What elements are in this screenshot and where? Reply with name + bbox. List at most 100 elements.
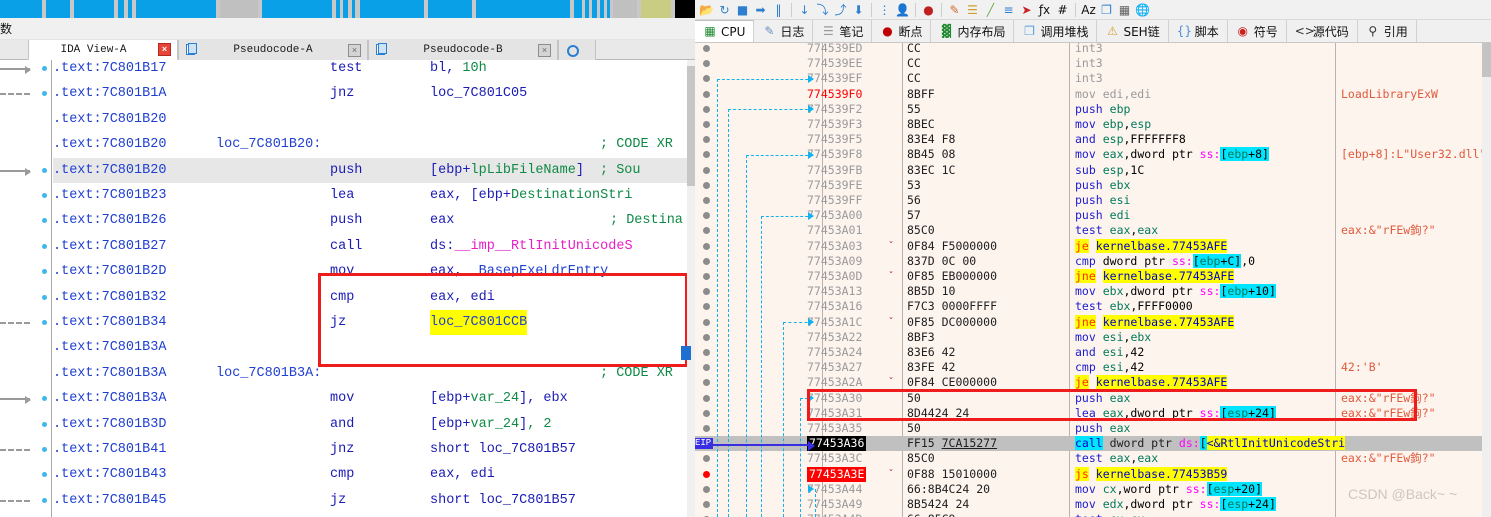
row-address[interactable]: 774539ED bbox=[807, 43, 862, 56]
row-address[interactable]: 774539F8 bbox=[807, 147, 862, 162]
debugger-cpu-disassembly[interactable]: 774539ED CC int3 774539EE CC int3 774539EF CC in… bbox=[695, 43, 1491, 517]
disassembly-row[interactable]: 774539EE CC int3 bbox=[695, 56, 1491, 71]
row-address[interactable]: 77453A16 bbox=[807, 299, 862, 314]
row-address[interactable]: 77453A31 bbox=[807, 406, 862, 421]
row-address[interactable]: 77453A03 bbox=[807, 239, 862, 254]
fx-icon[interactable]: ƒx bbox=[1036, 1, 1053, 18]
disassembly-row[interactable]: 774539FB 83EC 1C sub esp,1C bbox=[695, 163, 1491, 178]
row-address[interactable]: 774539FB bbox=[807, 163, 862, 178]
row-address[interactable]: 77453A1C bbox=[807, 315, 862, 330]
ida-code-line[interactable]: .text:7C801B27 call ds:__imp__RtlInitUnico… bbox=[53, 234, 687, 259]
ida-code-line[interactable]: .text:7C801B20 bbox=[53, 107, 687, 132]
row-address[interactable]: 77453A00 bbox=[807, 208, 862, 223]
disassembly-row[interactable]: 774539F0 8BFF mov edi,edi LoadLibraryExW bbox=[695, 87, 1491, 102]
close-icon[interactable]: × bbox=[538, 43, 551, 57]
run-to-icon[interactable]: ↓ bbox=[796, 1, 813, 18]
row-address[interactable]: 77453A22 bbox=[807, 330, 862, 345]
debugger-toolbar[interactable]: 📂 ↻ ■ ➡ ‖ ↓ ⤵ ⤴ ⬇ ⋮ 👤 ● ✎ ☰ ╱ ≡ ➤ ƒx # Aᴢ ❐ ▦ 🌐 bbox=[695, 0, 1491, 20]
disassembly-row[interactable]: 77453A01 85C0 test eax,eax eax:&"rFEw鉤?" bbox=[695, 223, 1491, 238]
disassembly-row[interactable]: 77453A0D ˇ 0F85 EB000000 jne kernelbase.774… bbox=[695, 269, 1491, 284]
ida-code-line[interactable]: .text:7C801B34 jz loc_7C801CCB bbox=[53, 310, 687, 336]
disassembly-row[interactable]: 77453A31 8D4424 24 lea eax,dword ptr ss:[e… bbox=[695, 405, 1491, 421]
row-address[interactable]: 774539F2 bbox=[807, 102, 862, 117]
ida-code-line[interactable]: .text:7C801B2D mov eax, _BasepExeLdrEntry bbox=[53, 259, 687, 284]
ida-code-label[interactable]: loc_7C801B20: bbox=[216, 132, 321, 157]
disassembly-row[interactable]: 77453A22 8BF3 mov esi,ebx bbox=[695, 330, 1491, 345]
ida-tab-pseudocode-b[interactable]: Pseudocode-B × bbox=[368, 40, 558, 60]
disassembly-row[interactable]: 77453A00 57 push edi bbox=[695, 208, 1491, 223]
ida-tab-ida-view-a[interactable]: IDA View-A × bbox=[28, 40, 178, 60]
disassembly-row[interactable]: 77453A16 F7C3 0000FFFF test ebx,FFFF0000 bbox=[695, 299, 1491, 314]
ida-scrollbar[interactable] bbox=[687, 60, 695, 517]
row-address[interactable]: 77453A3E bbox=[807, 466, 867, 482]
disassembly-row[interactable]: 774539FE 53 push ebx bbox=[695, 178, 1491, 193]
pencil-icon[interactable]: ✎ bbox=[946, 1, 963, 18]
row-address[interactable]: 774539EF bbox=[807, 71, 862, 86]
ida-code-line[interactable]: .text:7C801B3A loc_7C801B3A: ; CODE XR bbox=[53, 361, 687, 386]
restart-icon[interactable]: ↻ bbox=[716, 1, 733, 18]
row-address[interactable]: 77453A13 bbox=[807, 284, 862, 299]
ida-code-line[interactable]: .text:7C801B26 push eax ; Destina bbox=[53, 208, 687, 233]
ida-code-line[interactable]: .text:7C801B1A jnz loc_7C801C05 bbox=[53, 81, 687, 106]
pause-icon[interactable]: ‖ bbox=[770, 1, 787, 18]
az-icon[interactable]: Aᴢ bbox=[1080, 1, 1097, 18]
ida-code-label[interactable]: loc_7C801B3A: bbox=[216, 361, 321, 386]
disassembly-row[interactable]: 77453A24 83E6 42 and esi,42 bbox=[695, 345, 1491, 360]
memory-icon[interactable]: ☰ bbox=[964, 1, 981, 18]
disassembly-row[interactable]: 774539F5 83E4 F8 and esp,FFFFFFF8 bbox=[695, 132, 1491, 147]
row-address[interactable]: 774539FF bbox=[807, 193, 862, 208]
disassembly-row[interactable]: 77453A3C 85C0 test eax,eax eax:&"rFEw鉤?" bbox=[695, 451, 1491, 466]
ida-code-line[interactable]: .text:7C801B32 cmp eax, edi bbox=[53, 285, 687, 310]
ida-code-line[interactable]: .text:7C801B23 lea eax, [ebp+DestinationSt… bbox=[53, 183, 687, 208]
ida-disassembly-view[interactable]: .text:7C801B17 test bl, 10h .text:7C801B1A j… bbox=[0, 60, 695, 517]
tab-call-stack[interactable]: ❐ 调用堆栈 bbox=[1014, 20, 1098, 42]
ida-code-line[interactable]: .text:7C801B47addeax, 24h ; '$' bbox=[53, 513, 687, 517]
tab-breakpoint[interactable]: ● 断点 bbox=[872, 20, 932, 42]
open-icon[interactable]: 📂 bbox=[698, 1, 715, 18]
row-address[interactable]: 77453A35 bbox=[807, 421, 862, 436]
calc-icon[interactable]: ▦ bbox=[1116, 1, 1133, 18]
ida-code-line[interactable]: .text:7C801B20 push [ebp+lpLibFileName] ; S… bbox=[53, 157, 687, 183]
disassembly-row[interactable]: 77453A27 83FE 42 cmp esi,42 42:'B' bbox=[695, 360, 1491, 375]
row-address[interactable]: 77453A0D bbox=[807, 269, 862, 284]
row-address[interactable]: 77453A36 bbox=[807, 436, 867, 452]
row-address[interactable]: 774539EE bbox=[807, 56, 862, 71]
globe-icon[interactable]: 🌐 bbox=[1134, 1, 1151, 18]
tab-references[interactable]: ⚲ 引用 bbox=[1357, 20, 1417, 42]
ida-tab-bar[interactable]: IDA View-A × Pseudocode-A × Pseudocode-B × bbox=[0, 40, 695, 60]
row-address[interactable]: 774539F0 bbox=[807, 87, 862, 102]
ida-code-lines[interactable]: .text:7C801B17 test bl, 10h .text:7C801B1A j… bbox=[53, 60, 687, 517]
debugger-scrollbar-thumb[interactable] bbox=[1482, 43, 1491, 77]
step-down-icon[interactable]: ⬇ bbox=[850, 1, 867, 18]
ida-tab-pseudocode-a[interactable]: Pseudocode-A × bbox=[178, 40, 368, 60]
attach-icon[interactable]: 👤 bbox=[894, 1, 911, 18]
ida-tab-hexview[interactable] bbox=[558, 40, 596, 60]
row-address[interactable]: 77453A09 bbox=[807, 254, 862, 269]
tab-notes[interactable]: ☰ 笔记 bbox=[813, 20, 873, 42]
close-icon[interactable]: × bbox=[348, 43, 361, 57]
row-address[interactable]: 77453A30 bbox=[807, 391, 862, 406]
step-over-icon[interactable]: ⤵ bbox=[814, 1, 831, 18]
row-address[interactable]: 77453A01 bbox=[807, 223, 862, 238]
disassembly-row[interactable]: 774539FF 56 push esi bbox=[695, 193, 1491, 208]
disassembly-row[interactable]: 774539ED CC int3 bbox=[695, 43, 1491, 56]
disassembly-row[interactable]: 77453A09 837D 0C 00 cmp dword ptr ss:[ebp+… bbox=[695, 253, 1491, 269]
close-icon[interactable]: × bbox=[158, 43, 171, 56]
export-icon[interactable]: ❐ bbox=[1098, 1, 1115, 18]
ida-code-line[interactable]: .text:7C801B3D and [ebp+var_24], 2 bbox=[53, 412, 687, 437]
ida-code-line[interactable]: .text:7C801B43 cmp eax, edi bbox=[53, 462, 687, 487]
compare-icon[interactable]: ≡ bbox=[1000, 1, 1017, 18]
tab-seh[interactable]: ⚠ SEH链 bbox=[1097, 20, 1169, 42]
ida-scrollbar-thumb[interactable] bbox=[687, 66, 695, 186]
ida-menu-row[interactable]: 数 bbox=[0, 18, 695, 40]
ida-code-line[interactable]: .text:7C801B45 jz short loc_7C801B57 bbox=[53, 488, 687, 513]
trace-icon[interactable]: ⋮ bbox=[876, 1, 893, 18]
disassembly-row[interactable]: 77453A1C ˇ 0F85 DC000000 jne kernelbase.774… bbox=[695, 314, 1491, 330]
disassembly-row[interactable]: 77453A13 8B5D 10 mov ebx,dword ptr ss:[ebp… bbox=[695, 284, 1491, 299]
disassembly-row[interactable]: 77453A35 50 push eax bbox=[695, 421, 1491, 436]
tab-cpu[interactable]: ▦ CPU bbox=[695, 20, 755, 42]
step-into-icon[interactable]: ➡ bbox=[752, 1, 769, 18]
disassembly-row[interactable]: 774539F3 8BEC mov ebp,esp bbox=[695, 117, 1491, 132]
step-out-icon[interactable]: ⤴ bbox=[832, 1, 849, 18]
row-address[interactable]: 774539F3 bbox=[807, 117, 862, 132]
